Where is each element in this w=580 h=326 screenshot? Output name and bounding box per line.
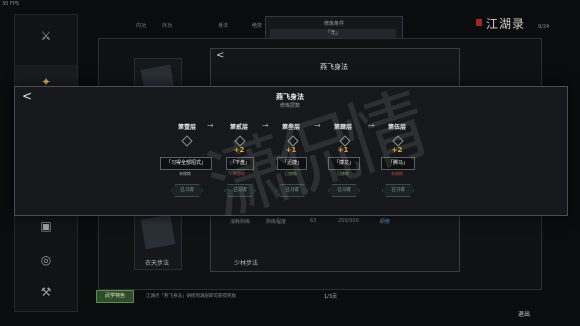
stat-value: 63 — [310, 218, 317, 224]
stat-action[interactable]: 研修 — [380, 218, 390, 225]
featured-button[interactable]: 武学特色 — [96, 290, 134, 303]
skill-icon[interactable]: ◎ — [35, 249, 57, 271]
detail-title: 燕飞身法 — [320, 63, 348, 71]
brand-seal — [476, 19, 482, 26]
back-arrow-icon[interactable]: < — [216, 50, 224, 61]
level-status: 未修炼 — [179, 171, 191, 176]
skill-card-label: 少林步法 — [233, 260, 258, 267]
fps-counter: 30 FPS — [2, 1, 20, 7]
hint-text: 江湖点「燕飞身法」研修到满层即可获得奖励 — [146, 294, 236, 299]
tab-movement[interactable]: 身法 — [218, 22, 228, 29]
condition-title: 修炼条件 — [323, 21, 344, 27]
page-indicator: 1/3页 — [324, 294, 338, 300]
brand-title: 江湖录 — [486, 17, 526, 31]
exit-button[interactable]: 退出 — [518, 309, 530, 318]
stat-value: 250/500 — [338, 218, 359, 224]
inventory-icon[interactable]: ▣ — [35, 215, 57, 237]
tab-outer[interactable]: 外功 — [162, 22, 172, 29]
scroll-icon — [140, 214, 176, 250]
skill-card-label: 衣天步法 — [144, 260, 169, 267]
martial-icon[interactable]: ⚔ — [35, 25, 57, 47]
tool-icon[interactable]: ⚒ — [35, 281, 57, 303]
collection-count: 9/24 — [538, 24, 550, 30]
tab-ultimate[interactable]: 绝技 — [252, 22, 262, 29]
condition-value: 「无」 — [270, 29, 396, 38]
learned-button[interactable]: 已习得 — [171, 184, 203, 197]
tab-inner[interactable]: 内功 — [136, 22, 146, 29]
